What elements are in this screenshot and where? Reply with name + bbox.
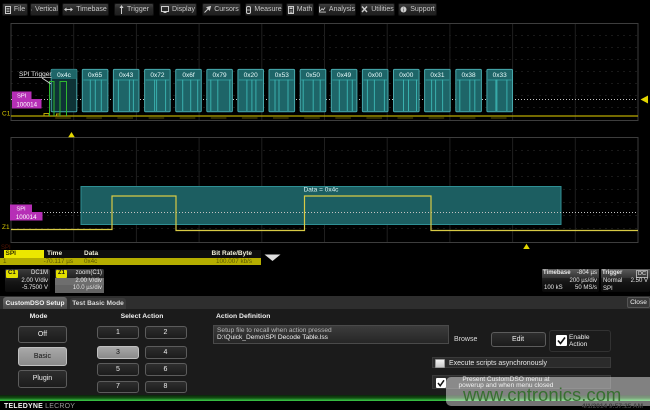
svg-text:0x31: 0x31 xyxy=(430,72,444,79)
svg-text:SPI: SPI xyxy=(16,207,26,213)
svg-text:0x65: 0x65 xyxy=(88,72,102,79)
svg-text:SPI: SPI xyxy=(17,93,27,99)
svg-text:0x38: 0x38 xyxy=(462,72,476,79)
svg-text:0x6f: 0x6f xyxy=(182,72,194,79)
svg-text:0x43: 0x43 xyxy=(119,72,133,79)
svg-text:0x50: 0x50 xyxy=(306,72,320,79)
svg-text:Data = 0x4c: Data = 0x4c xyxy=(304,187,340,194)
svg-text:0x00: 0x00 xyxy=(399,72,413,79)
svg-text:0x72: 0x72 xyxy=(150,72,164,79)
svg-text:100014: 100014 xyxy=(16,214,37,221)
svg-text:0x33: 0x33 xyxy=(493,72,507,79)
svg-text:0x49: 0x49 xyxy=(337,72,351,79)
svg-text:Z1: Z1 xyxy=(2,224,10,231)
svg-text:0x53: 0x53 xyxy=(275,72,289,79)
svg-text:100014: 100014 xyxy=(16,101,37,108)
svg-text:0x4c: 0x4c xyxy=(57,72,71,79)
svg-text:SPI Trigger: SPI Trigger xyxy=(19,71,52,78)
svg-text:C1: C1 xyxy=(2,111,11,118)
svg-text:0x20: 0x20 xyxy=(244,72,258,79)
svg-text:0x79: 0x79 xyxy=(213,72,227,79)
svg-text:0x00: 0x00 xyxy=(368,72,382,79)
